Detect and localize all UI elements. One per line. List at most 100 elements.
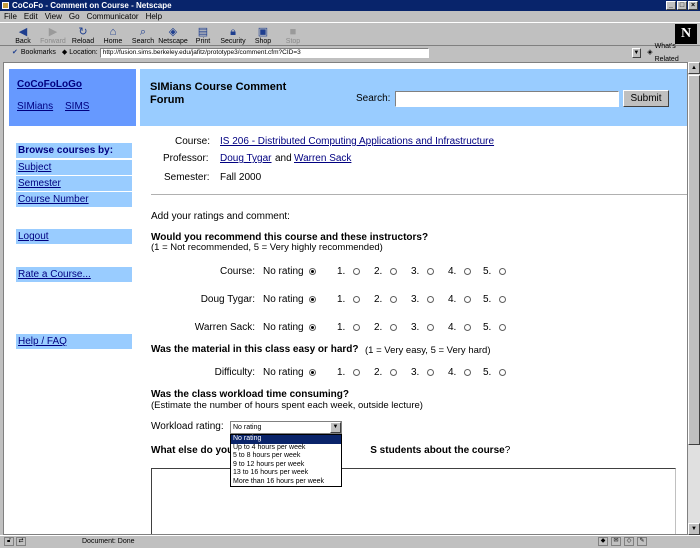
q4-title-start: What else do you	[151, 445, 234, 456]
workload-option[interactable]: Up to 4 hours per week	[231, 444, 341, 453]
menu-go[interactable]: Go	[69, 11, 80, 22]
rate-course-link[interactable]: Rate a Course...	[18, 269, 91, 280]
mail-icon[interactable]: ✉	[611, 537, 621, 546]
url-input[interactable]: http://fusion.sims.berkeley.edu/jafitz/p…	[99, 47, 429, 58]
professor-link-tygar[interactable]: Doug Tygar	[220, 153, 272, 164]
vertical-scrollbar[interactable]: ▲ ▼	[688, 62, 700, 535]
discussion-icon[interactable]: ◇	[624, 537, 634, 546]
composer-icon[interactable]: ✎	[637, 537, 647, 546]
sidebar-item-help[interactable]: Help / FAQ	[16, 334, 132, 349]
bookmarks-icon: ✔	[12, 49, 18, 56]
logo-link[interactable]: CoCoFoLoGo	[17, 79, 82, 90]
professor-link-sack[interactable]: Warren Sack	[294, 153, 351, 164]
workload-option[interactable]: No rating	[231, 435, 341, 444]
sims-link[interactable]: SIMS	[65, 101, 89, 112]
logout-link[interactable]: Logout	[18, 231, 49, 242]
home-icon: ⌂	[109, 26, 117, 38]
course-label: Course:	[175, 136, 211, 147]
help-faq-link[interactable]: Help / FAQ	[18, 336, 67, 347]
rating-radio[interactable]	[427, 296, 434, 303]
rating-radio[interactable]	[464, 369, 471, 376]
no-rating-label: No rating	[263, 367, 304, 378]
workload-select[interactable]: No rating ▼	[230, 421, 342, 434]
rating-option-label: 2.	[374, 266, 383, 277]
scroll-thumb[interactable]	[688, 75, 700, 445]
rating-radio[interactable]	[427, 369, 434, 376]
scroll-down-button[interactable]: ▼	[688, 523, 700, 535]
rating-radio[interactable]	[499, 324, 506, 331]
professor-label: Professor:	[163, 153, 209, 164]
rating-radio[interactable]	[390, 369, 397, 376]
workload-option[interactable]: 13 to 16 hours per week	[231, 469, 341, 478]
rating-radio[interactable]	[353, 369, 360, 376]
rating-radio[interactable]	[464, 268, 471, 275]
sidebar-item-logout[interactable]: Logout	[16, 229, 132, 244]
search-submit-button[interactable]: Submit	[623, 90, 669, 107]
rating-radio[interactable]	[499, 296, 506, 303]
window-title: CoCoFo - Comment on Course - Netscape	[12, 1, 172, 10]
sidebar-item-subject[interactable]: Subject	[16, 160, 132, 175]
bookmarks-button[interactable]: Bookmarks	[21, 46, 56, 59]
chevron-down-icon[interactable]: ▼	[330, 422, 341, 433]
semester-label: Semester:	[164, 172, 210, 183]
home-button[interactable]: ⌂ Home	[98, 23, 128, 46]
workload-option[interactable]: 9 to 12 hours per week	[231, 461, 341, 470]
sidebar-item-course-number[interactable]: Course Number	[16, 192, 132, 207]
stop-icon: ■	[289, 26, 297, 38]
rating-option-label: 5.	[483, 294, 492, 305]
search-button[interactable]: ⌕ Search	[128, 23, 158, 46]
search-input[interactable]	[395, 91, 619, 107]
rating-option-label: 4.	[448, 367, 457, 378]
maximize-button[interactable]: □	[677, 1, 687, 10]
course-link[interactable]: IS 206 - Distributed Computing Applicati…	[220, 136, 494, 147]
no-rating-radio[interactable]	[309, 296, 316, 303]
menu-communicator[interactable]: Communicator	[87, 11, 139, 22]
back-arrow-icon: ◀	[18, 26, 28, 38]
logo-panel: CoCoFoLoGo SIMians SIMS	[9, 69, 136, 126]
reload-button[interactable]: ↻ Reload	[68, 23, 98, 46]
rating-radio[interactable]	[499, 369, 506, 376]
course-number-link[interactable]: Course Number	[18, 194, 89, 205]
shop-button[interactable]: ▣ Shop	[248, 23, 278, 46]
workload-option[interactable]: 5 to 8 hours per week	[231, 452, 341, 461]
menu-view[interactable]: View	[45, 11, 62, 22]
menu-help[interactable]: Help	[146, 11, 162, 22]
semester-link[interactable]: Semester	[18, 178, 61, 189]
no-rating-radio[interactable]	[309, 268, 316, 275]
close-button[interactable]: ×	[688, 1, 698, 10]
rating-radio[interactable]	[390, 296, 397, 303]
rating-radio[interactable]	[353, 268, 360, 275]
subject-link[interactable]: Subject	[18, 162, 51, 173]
back-button[interactable]: ◀ Back	[8, 23, 38, 46]
sidebar-item-semester[interactable]: Semester	[16, 176, 132, 191]
rating-radio[interactable]	[353, 296, 360, 303]
rating-radio[interactable]	[427, 268, 434, 275]
no-rating-radio[interactable]	[309, 324, 316, 331]
url-dropdown-button[interactable]: ▼	[631, 47, 642, 58]
simians-link[interactable]: SIMians	[17, 101, 53, 112]
workload-option[interactable]: More than 16 hours per week	[231, 478, 341, 487]
rating-radio[interactable]	[353, 324, 360, 331]
stop-button[interactable]: ■ Stop	[278, 23, 308, 46]
forward-button[interactable]: ▶ Forward	[38, 23, 68, 46]
menu-edit[interactable]: Edit	[24, 11, 38, 22]
print-button[interactable]: ▤ Print	[188, 23, 218, 46]
workload-label: Workload rating:	[151, 421, 224, 432]
rating-radio[interactable]	[464, 324, 471, 331]
rating-radio[interactable]	[390, 324, 397, 331]
sidebar-item-rate[interactable]: Rate a Course...	[16, 267, 132, 282]
rating-radio[interactable]	[464, 296, 471, 303]
component-bar-icon[interactable]: ◆	[598, 537, 608, 546]
rating-radio[interactable]	[427, 324, 434, 331]
security-button[interactable]: 🔒︎ Security	[218, 23, 248, 46]
rating-radio[interactable]	[390, 268, 397, 275]
no-rating-radio[interactable]	[309, 369, 316, 376]
netscape-button[interactable]: ◈ Netscape	[158, 23, 188, 46]
minimize-button[interactable]: _	[666, 1, 676, 10]
menu-file[interactable]: File	[4, 11, 17, 22]
page-content: CoCoFoLoGo SIMians SIMS SIMians Course C…	[3, 62, 688, 535]
scroll-up-button[interactable]: ▲	[688, 62, 700, 74]
no-rating-label: No rating	[263, 322, 304, 333]
rating-radio[interactable]	[499, 268, 506, 275]
security-icon: 🔒︎	[230, 26, 236, 38]
